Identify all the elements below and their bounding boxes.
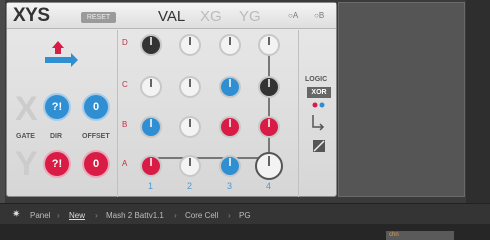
mode-xg-tab[interactable]: XG: [200, 8, 222, 25]
breadcrumb-item-new[interactable]: New: [69, 211, 85, 220]
knob-r2c2[interactable]: [179, 76, 201, 98]
mode-val-tab[interactable]: VAL: [158, 8, 185, 25]
plugin-header: XYS RESET VAL XG YG ○A ○B: [7, 3, 336, 29]
row-label-a: A: [122, 159, 128, 168]
logic-icons: [312, 102, 325, 152]
logic-label: LOGIC: [305, 76, 328, 83]
offset-label: OFFSET: [82, 133, 110, 140]
direction-arrows-icon[interactable]: [45, 41, 78, 67]
knob-r3c4[interactable]: [258, 116, 280, 138]
red-dot-icon: [312, 102, 318, 108]
logic-op-selector[interactable]: XOR: [307, 87, 331, 98]
knob-r1c2[interactable]: [179, 34, 201, 56]
knob-r1c1[interactable]: [140, 34, 162, 56]
channel-tag[interactable]: chn: [386, 231, 454, 240]
x-offset-knob[interactable]: 0: [82, 93, 110, 121]
knob-r4c2[interactable]: [179, 155, 201, 177]
breadcrumb-separator: ›: [228, 211, 231, 220]
col-label-1: 1: [148, 181, 154, 191]
ab-a-toggle[interactable]: ○A: [288, 11, 298, 20]
slash-toggle-icon[interactable]: [313, 140, 325, 152]
knob-r3c3[interactable]: [219, 116, 241, 138]
x-dir-knob[interactable]: ?!: [43, 93, 71, 121]
breadcrumb-separator: ›: [95, 211, 98, 220]
route-arrow-icon[interactable]: [312, 115, 325, 131]
col-label-3: 3: [227, 181, 233, 191]
knob-r1c3[interactable]: [219, 34, 241, 56]
breadcrumb-item-mash[interactable]: Mash 2 Battv1.1: [106, 211, 164, 220]
knob-grid: D C B A 1 2 3 4: [119, 30, 297, 197]
grid-svg: [140, 34, 283, 180]
plugin-title: XYS: [13, 5, 50, 26]
side-panel: [338, 2, 465, 197]
breadcrumb-separator: ›: [174, 211, 177, 220]
y-offset-knob[interactable]: 0: [82, 150, 110, 178]
breadcrumb-separator: ›: [57, 211, 60, 220]
breadcrumb-item-pg[interactable]: PG: [239, 211, 251, 220]
xy-control-panel: X Y ?! 0 GATE DIR OFFSET ?! 0: [7, 30, 118, 197]
knob-r3c2[interactable]: [179, 116, 201, 138]
col-label-4: 4: [266, 181, 272, 191]
dir-label: DIR: [50, 133, 63, 140]
reset-button[interactable]: RESET: [81, 12, 116, 23]
blue-dot-icon: [319, 102, 325, 108]
breadcrumb-item-panel[interactable]: Panel: [30, 211, 50, 220]
y-dir-knob[interactable]: ?!: [43, 150, 71, 178]
knob-r4c4[interactable]: [255, 152, 283, 180]
right-edge: [466, 0, 490, 203]
xys-plugin: XYS RESET VAL XG YG ○A ○B X Y ?! 0 GATE …: [6, 2, 337, 197]
ab-b-toggle[interactable]: ○B: [314, 11, 324, 20]
knob-r4c1[interactable]: [140, 155, 162, 177]
knob-r2c3[interactable]: [219, 76, 241, 98]
gear-icon[interactable]: ✷: [12, 209, 20, 220]
knob-r2c1[interactable]: [140, 76, 162, 98]
left-strip: [0, 0, 5, 203]
knob-r2c4[interactable]: [258, 76, 280, 98]
row-label-d: D: [122, 38, 128, 47]
row-label-b: B: [122, 120, 128, 129]
row-label-c: C: [122, 80, 128, 89]
breadcrumb-bar: ✷ Panel › New › Mash 2 Battv1.1 › Core C…: [0, 203, 490, 224]
x-label: X: [15, 90, 38, 128]
mode-yg-tab[interactable]: YG: [239, 8, 261, 25]
y-label: Y: [15, 145, 38, 183]
gate-label: GATE: [16, 133, 35, 140]
logic-panel: LOGIC XOR: [298, 30, 337, 197]
knob-r4c3[interactable]: [219, 155, 241, 177]
knob-r3c1[interactable]: [140, 116, 162, 138]
knob-r1c4[interactable]: [258, 34, 280, 56]
col-label-2: 2: [187, 181, 193, 191]
path-lines: [151, 45, 270, 159]
breadcrumb-item-core-cell[interactable]: Core Cell: [185, 211, 218, 220]
